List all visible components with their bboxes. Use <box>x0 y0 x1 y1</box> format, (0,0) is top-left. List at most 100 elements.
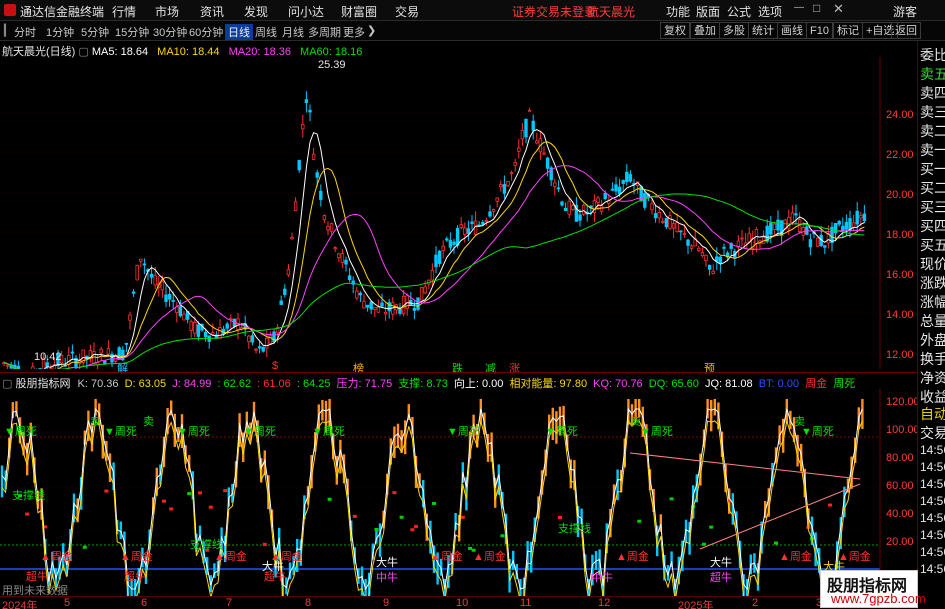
menu-item-discover[interactable]: 发现 <box>244 3 268 20</box>
indicator-tick: 80.00 <box>886 452 914 464</box>
x-label: 12 <box>598 597 611 609</box>
period-tab-60min[interactable]: 60分钟 <box>189 24 223 40</box>
candle-body <box>603 192 607 199</box>
overlay-button[interactable]: 叠加 <box>690 22 720 39</box>
signal-week-death: ▼周死 <box>243 426 276 438</box>
indicator-tick: 100.00 <box>886 424 920 436</box>
period-tab-1min[interactable]: 1分钟 <box>46 24 74 40</box>
candle-body <box>625 171 629 182</box>
menu-item-fortune[interactable]: 财富圈 <box>341 3 377 20</box>
quote-side-panel: 委比 卖五 卖四 卖三 卖二 卖一 买一 买二 买三 买四 买五 现价 涨跌 涨… <box>917 41 945 609</box>
login-alert[interactable]: 证券交易未登录 <box>512 3 596 20</box>
candle-body <box>434 254 438 268</box>
event-marker-rise[interactable]: 涨 <box>509 360 520 376</box>
signal-week-death: ▼周死 <box>4 426 37 438</box>
panel-label: 涨跌 <box>920 275 945 291</box>
x-label: 8 <box>305 597 312 609</box>
period-tab-15min[interactable]: 15分钟 <box>115 24 149 40</box>
back-button[interactable]: 返回 <box>891 22 921 39</box>
more-chevron-icon[interactable]: ❯ <box>367 24 376 37</box>
multi-stock-button[interactable]: 多股 <box>719 22 749 39</box>
period-tab-daily[interactable]: 日线 <box>225 24 253 40</box>
candle-body <box>340 253 345 264</box>
tick-time: 14:56 <box>920 443 945 457</box>
menu-item-market[interactable]: 市场 <box>155 3 179 20</box>
period-tab-monthly[interactable]: 月线 <box>282 24 304 40</box>
period-tab-weekly[interactable]: 周线 <box>255 24 277 40</box>
period-tab-5min[interactable]: 5分钟 <box>81 24 109 40</box>
price-tick: 20.00 <box>886 189 914 201</box>
trade-label[interactable]: 交易 <box>920 423 945 443</box>
period-tab-more[interactable]: 更多 <box>343 24 365 40</box>
candle-body <box>491 209 496 212</box>
candlestick-chart[interactable] <box>0 57 917 369</box>
period-tab-intraday[interactable]: 分时 <box>14 24 36 40</box>
candle-body <box>308 109 312 113</box>
event-marker-ranking[interactable]: 榜 <box>353 360 364 376</box>
panel-label: 卖五 <box>920 66 945 82</box>
signal-super-bull: 超牛 <box>264 571 286 583</box>
f10-button[interactable]: F10 <box>806 22 833 39</box>
candle-body <box>790 212 795 223</box>
signal-week-gold: ▲周金 <box>430 551 463 563</box>
adjust-button[interactable]: 复权 <box>660 22 690 39</box>
menu-item-layout[interactable]: 版面 <box>696 3 720 20</box>
menu-item-options[interactable]: 选项 <box>758 3 782 20</box>
indicator-tick: 20.00 <box>886 536 914 548</box>
candle-body <box>463 227 467 235</box>
candle-body <box>621 180 625 184</box>
signal-week-gold: ▲周金 <box>120 551 153 563</box>
app-window: { "app_name":"通达信金融终端", "menu":["行情","市场… <box>0 0 945 609</box>
signal-week-death: ▼周死 <box>447 426 480 438</box>
event-marker-drop[interactable]: 跌 <box>452 360 463 376</box>
candle-body <box>679 230 683 233</box>
menu-item-trade[interactable]: 交易 <box>395 3 419 20</box>
minimize-icon[interactable]: — <box>794 2 804 13</box>
menu-item-function[interactable]: 功能 <box>666 3 690 20</box>
candle-body <box>247 335 251 343</box>
candle-body <box>347 275 352 280</box>
candle-body <box>527 109 532 112</box>
close-icon[interactable]: ✕ <box>833 1 844 17</box>
indicator-chart[interactable] <box>0 389 917 596</box>
candle-body <box>135 265 139 281</box>
panel-label: 卖四 <box>920 85 945 101</box>
candle-body <box>365 304 370 308</box>
candle-body <box>182 313 186 321</box>
period-tab-30min[interactable]: 30分钟 <box>153 24 187 40</box>
pane-divider[interactable] <box>0 372 917 373</box>
candle-body <box>718 256 723 264</box>
signal-week-death: ▼周死 <box>177 426 210 438</box>
menu-item-formula[interactable]: 公式 <box>727 3 751 20</box>
candle-body <box>675 222 679 232</box>
candle-body <box>614 184 618 192</box>
event-marker-reduce[interactable]: 减 <box>485 360 496 376</box>
signal-dash <box>374 528 379 532</box>
signal-super-bull: 超牛 <box>710 572 732 584</box>
mark-button[interactable]: 标记 <box>833 22 863 39</box>
period-tab-multi[interactable]: 多周期 <box>308 24 341 40</box>
menu-item-quotes[interactable]: 行情 <box>112 3 136 20</box>
event-marker-forecast[interactable]: 预 <box>704 360 715 376</box>
maximize-icon[interactable]: □ <box>813 1 820 15</box>
watermark-url: www.7gpzb.com <box>831 591 926 606</box>
toolbar-handle-icon: ▎ <box>4 25 13 37</box>
event-marker-dividend[interactable]: $ <box>272 360 278 372</box>
candle-body <box>689 245 694 249</box>
user-label[interactable]: 游客 <box>893 3 917 20</box>
auto-trade-label[interactable]: 自动 <box>920 404 945 424</box>
menu-item-ask[interactable]: 问小达 <box>288 3 324 20</box>
event-marker-unlock[interactable]: 解 <box>117 360 128 376</box>
low-price-label: 10.42 <box>34 351 62 363</box>
site-watermark: 股朋指标网 www.7gpzb.com <box>820 570 926 608</box>
statistics-button[interactable]: 统计 <box>748 22 778 39</box>
menu-item-news[interactable]: 资讯 <box>200 3 224 20</box>
candle-body <box>556 187 561 190</box>
tick-time: 14:56 <box>920 460 945 474</box>
candle-body <box>617 186 622 195</box>
draw-line-button[interactable]: 画线 <box>777 22 807 39</box>
signal-week-gold: ▲周金 <box>616 551 649 563</box>
signal-super-bull: 超牛 <box>124 571 146 583</box>
candle-body <box>31 366 35 369</box>
x-label: 5 <box>64 597 71 609</box>
